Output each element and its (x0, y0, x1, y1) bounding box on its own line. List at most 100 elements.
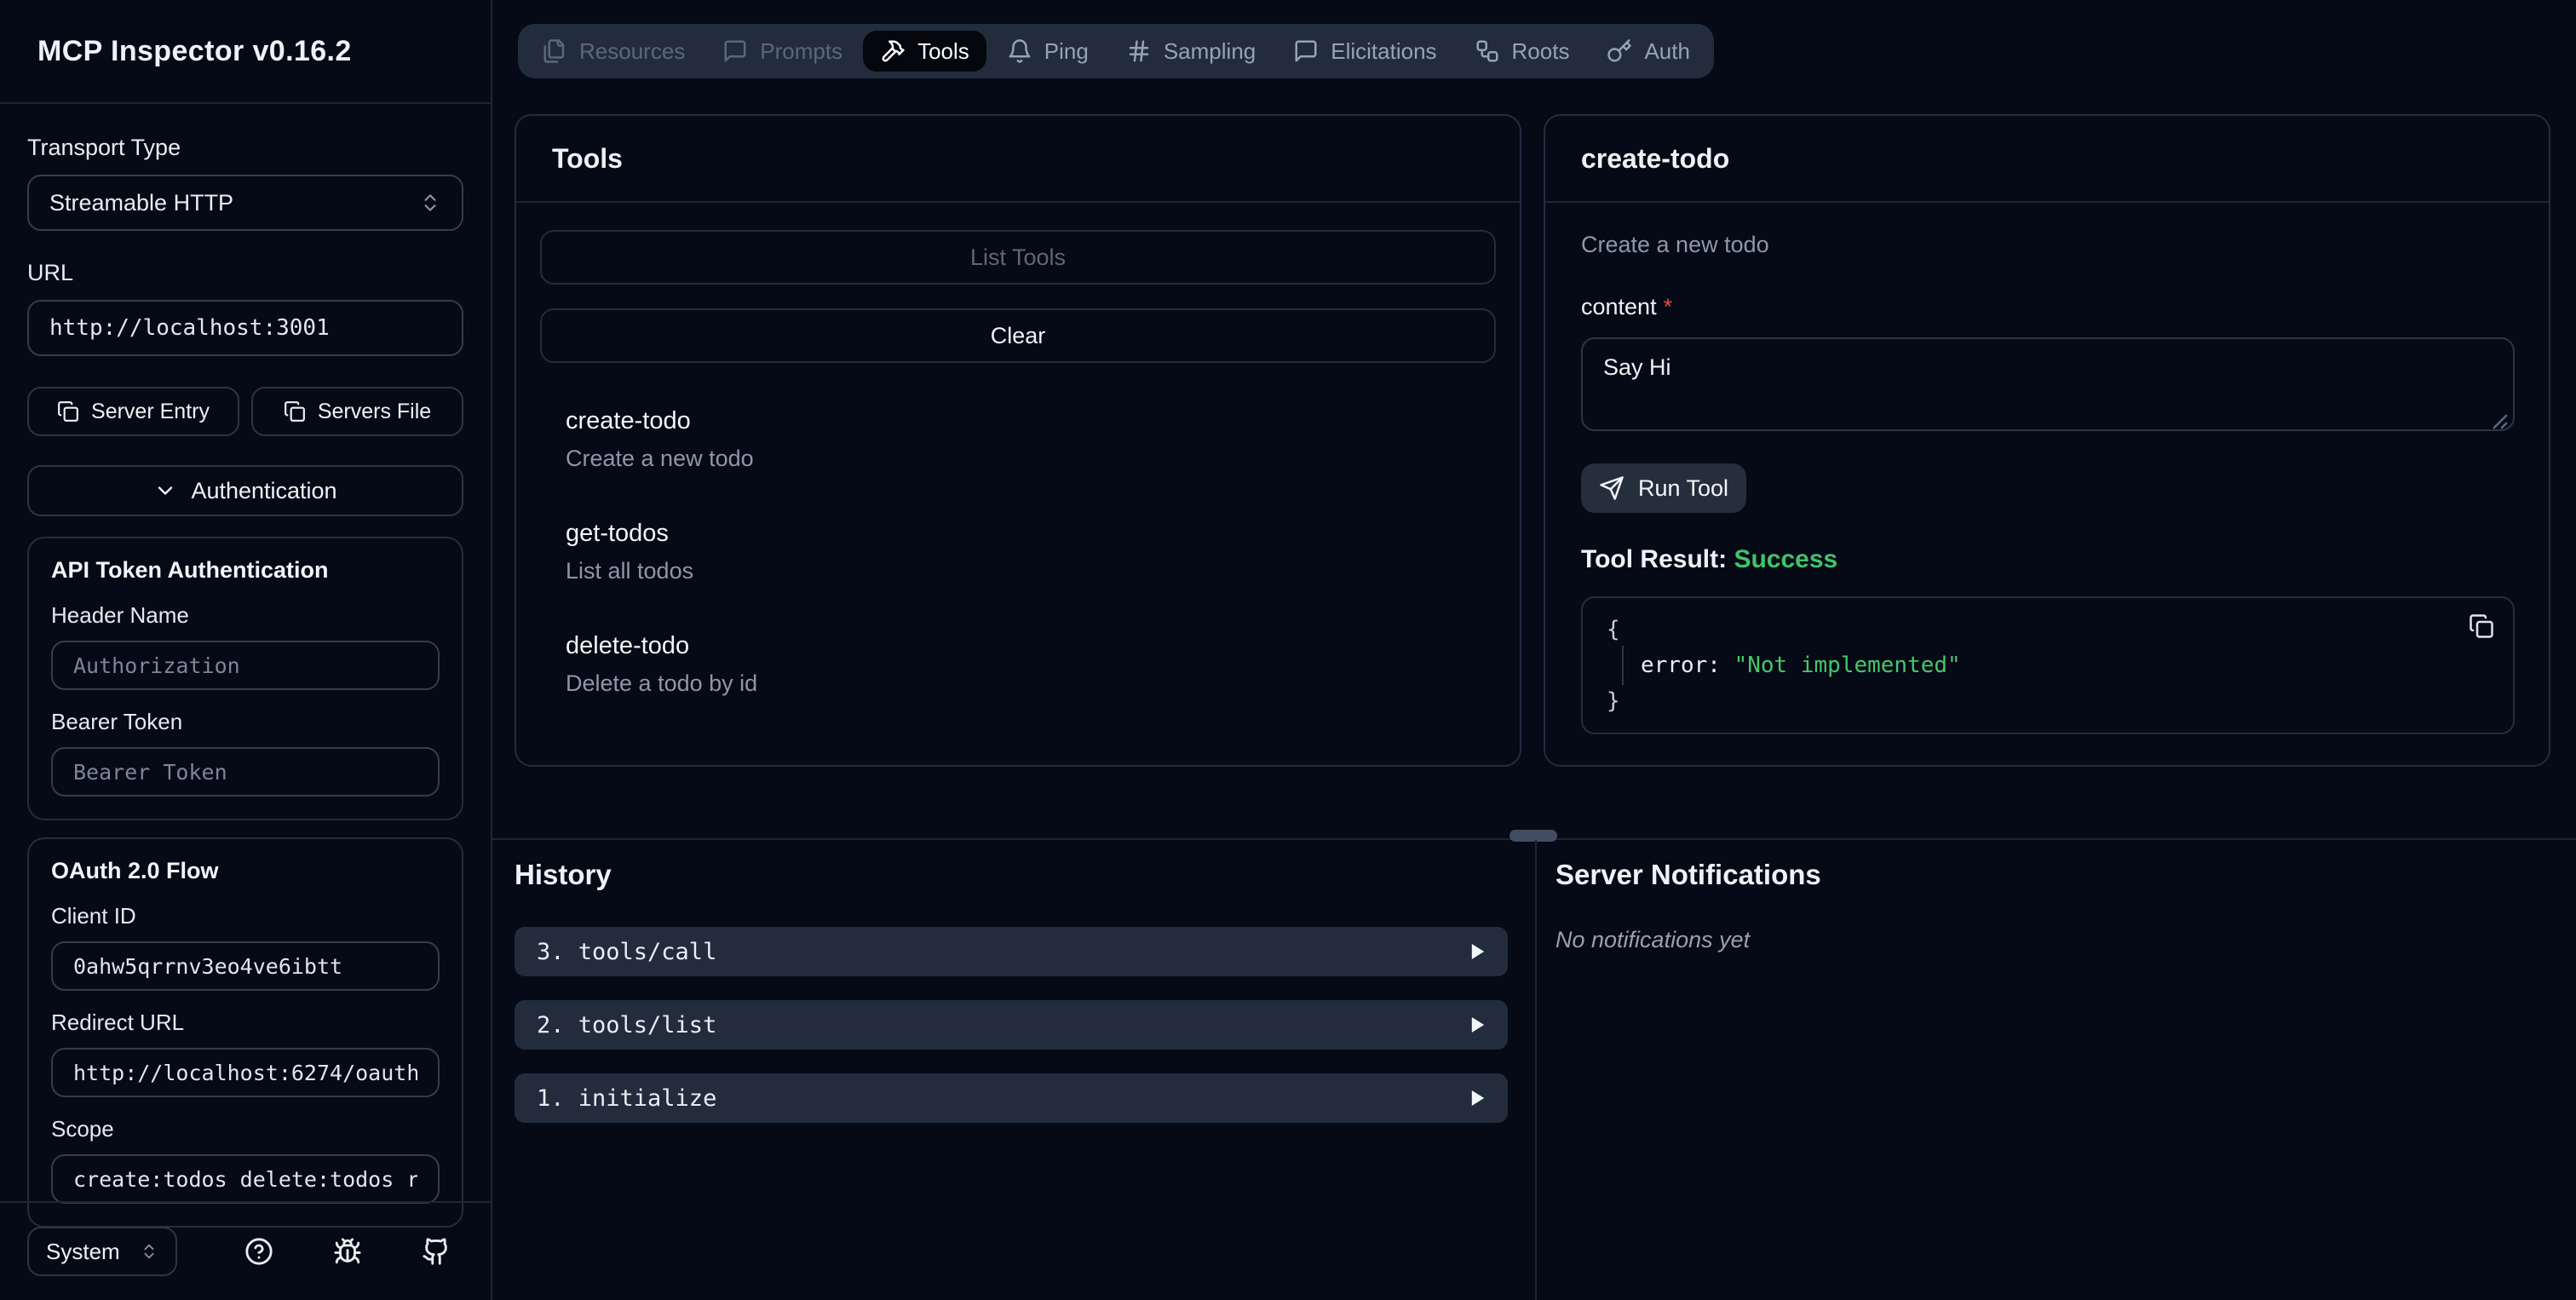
tab-prompts[interactable]: Prompts (705, 31, 860, 72)
tool-description: Create a new todo (566, 446, 754, 471)
hammer-icon (880, 38, 906, 64)
bug-icon (333, 1237, 362, 1266)
tools-panel-title: Tools (552, 142, 623, 174)
list-tools-button[interactable]: List Tools (540, 230, 1496, 285)
help-circle-icon (244, 1237, 273, 1266)
message-square-icon (722, 38, 748, 64)
oauth-card: OAuth 2.0 Flow Client ID Redirect URL Sc… (27, 837, 463, 1228)
sidebar: MCP Inspector v0.16.2 Transport Type Str… (0, 0, 492, 1300)
authentication-toggle[interactable]: Authentication (27, 465, 463, 516)
tab-label: Auth (1644, 37, 1690, 64)
tab-auth[interactable]: Auth (1590, 31, 1707, 72)
files-icon (542, 38, 567, 64)
header-name-input[interactable] (51, 641, 440, 690)
panel-resize-handle[interactable] (1509, 830, 1557, 842)
required-asterisk: * (1663, 294, 1673, 319)
tool-name: get-todos (566, 520, 669, 547)
sidebar-actions: Server Entry Servers File (27, 387, 463, 436)
message-square-icon (1293, 38, 1319, 64)
transport-type-select[interactable]: Streamable HTTP (27, 175, 463, 231)
tab-label: Elicitations (1331, 37, 1437, 64)
api-token-title: API Token Authentication (51, 557, 329, 583)
servers-file-button[interactable]: Servers File (251, 387, 463, 436)
theme-select[interactable]: System (27, 1227, 177, 1276)
clear-button[interactable]: Clear (540, 308, 1496, 363)
server-entry-button[interactable]: Server Entry (27, 387, 239, 436)
tab-label: Ping (1044, 37, 1089, 64)
expand-arrow-icon (1470, 1015, 1486, 1034)
history-entry-label: 1. initialize (537, 1084, 717, 1112)
json-open-brace: { (1607, 617, 1620, 642)
history-entry-label: 3. tools/call (537, 938, 717, 965)
list-item[interactable]: delete-todo Delete a todo by id (566, 632, 1470, 697)
history-entry-label: 2. tools/list (537, 1011, 717, 1038)
tool-run-panel-header: create-todo (1545, 116, 2549, 203)
tab-sampling[interactable]: Sampling (1109, 31, 1273, 72)
content-field-label: content * (1581, 294, 2515, 320)
bearer-token-input[interactable] (51, 747, 440, 797)
tab-label: Prompts (760, 37, 843, 64)
key-icon (1607, 38, 1632, 64)
help-button[interactable] (244, 1236, 274, 1267)
tools-panel-header: Tools (516, 116, 1520, 203)
sidebar-header: MCP Inspector v0.16.2 (0, 0, 491, 104)
history-panel: History 3. tools/call 2. tools/list 1. i… (515, 859, 1516, 1147)
history-list: 3. tools/call 2. tools/list 1. initializ… (515, 927, 1516, 1123)
tab-label: Sampling (1163, 37, 1256, 64)
tool-run-panel: create-todo Create a new todo content * S… (1544, 114, 2550, 767)
history-entry-initialize[interactable]: 1. initialize (515, 1073, 1508, 1123)
list-item[interactable]: get-todos List all todos (566, 520, 1470, 584)
result-json-viewer: { error: "Not implemented" } (1581, 596, 2515, 734)
tab-ping[interactable]: Ping (990, 31, 1106, 72)
tool-name: delete-todo (566, 632, 690, 659)
run-tool-button[interactable]: Run Tool (1581, 463, 1746, 513)
bell-icon (1007, 38, 1032, 64)
redirect-url-label: Redirect URL (51, 1010, 185, 1035)
list-item[interactable]: create-todo Create a new todo (566, 407, 1470, 472)
url-input[interactable] (27, 300, 463, 356)
scope-input[interactable] (51, 1154, 440, 1204)
tab-tools[interactable]: Tools (863, 31, 986, 72)
report-bug-button[interactable] (332, 1236, 363, 1267)
tool-run-panel-body: Create a new todo content * Say Hi Run To… (1545, 203, 2549, 734)
no-notifications-message: No notifications yet (1555, 927, 1751, 952)
workflow-icon (1475, 38, 1500, 64)
transport-type-label: Transport Type (27, 135, 181, 160)
app-title: MCP Inspector v0.16.2 (37, 34, 352, 67)
transport-type-value: Streamable HTTP (49, 189, 234, 216)
copy-result-button[interactable] (2469, 613, 2494, 639)
redirect-url-input[interactable] (51, 1048, 440, 1097)
tool-list: create-todo Create a new todo get-todos … (540, 363, 1496, 697)
server-notifications-title: Server Notifications (1555, 859, 1821, 890)
top-nav: Resources Prompts Tools Ping Sampling El… (518, 24, 1714, 78)
api-token-card: API Token Authentication Header Name Bea… (27, 537, 463, 820)
tool-result-label: Tool Result: (1581, 545, 1728, 573)
json-close-brace: } (1607, 688, 1620, 714)
copy-icon (2469, 613, 2494, 639)
client-id-label: Client ID (51, 903, 136, 929)
client-id-input[interactable] (51, 941, 440, 991)
tool-run-panel-title: create-todo (1581, 142, 1730, 174)
tab-resources[interactable]: Resources (525, 31, 702, 72)
expand-arrow-icon (1470, 942, 1486, 961)
theme-value: System (46, 1238, 120, 1264)
content-field[interactable]: Say Hi (1581, 337, 2515, 431)
tab-roots[interactable]: Roots (1458, 31, 1587, 72)
github-button[interactable] (421, 1236, 451, 1267)
tab-elicitations[interactable]: Elicitations (1276, 31, 1453, 72)
tab-label: Resources (579, 37, 686, 64)
expand-arrow-icon (1470, 1089, 1486, 1107)
vertical-divider (1535, 840, 1537, 1300)
hash-icon (1126, 38, 1152, 64)
copy-icon (57, 400, 79, 423)
chevrons-up-down-icon (419, 192, 441, 214)
json-key: error: (1641, 653, 1734, 678)
history-entry-tools-list[interactable]: 2. tools/list (515, 1000, 1508, 1050)
history-entry-tools-call[interactable]: 3. tools/call (515, 927, 1508, 976)
copy-icon (284, 400, 306, 423)
tools-panel: Tools List Tools Clear create-todo Creat… (515, 114, 1521, 767)
resize-grip-icon[interactable] (2493, 414, 2508, 429)
tool-result-status: Success (1734, 545, 1838, 573)
json-error-row[interactable]: error: "Not implemented" (1607, 646, 2489, 685)
scope-label: Scope (51, 1116, 114, 1142)
